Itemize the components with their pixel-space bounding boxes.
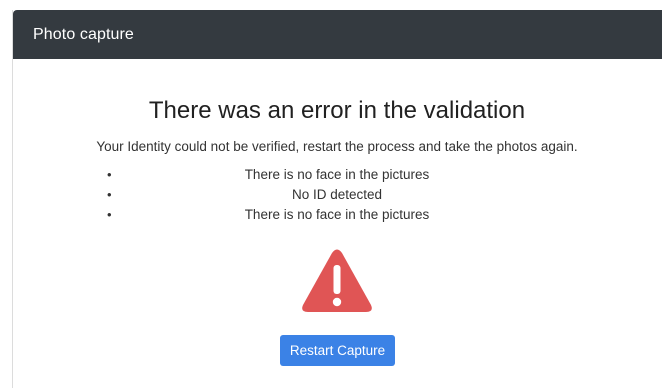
photo-capture-panel: Photo capture There was an error in the … bbox=[12, 10, 662, 388]
warning-triangle-icon bbox=[301, 247, 373, 315]
bullet: • bbox=[107, 207, 112, 222]
bullet: • bbox=[107, 167, 112, 182]
error-reason-item: • No ID detected bbox=[13, 185, 661, 205]
error-title: There was an error in the validation bbox=[148, 97, 526, 124]
error-reason-text: No ID detected bbox=[291, 187, 383, 202]
error-reason-item: • There is no face in the pictures bbox=[13, 165, 661, 185]
error-reason-item: • There is no face in the pictures bbox=[13, 205, 661, 225]
restart-capture-button[interactable]: Restart Capture bbox=[280, 335, 395, 366]
error-reason-text: There is no face in the pictures bbox=[244, 167, 430, 182]
error-reason-list: • There is no face in the pictures • No … bbox=[13, 165, 661, 225]
panel-header: Photo capture bbox=[13, 10, 662, 59]
error-message: Your Identity could not be verified, res… bbox=[96, 139, 578, 154]
page: Photo capture There was an error in the … bbox=[0, 0, 662, 388]
bullet: • bbox=[107, 187, 112, 202]
panel-title: Photo capture bbox=[33, 25, 134, 43]
panel-body: There was an error in the validation You… bbox=[13, 59, 662, 388]
error-reason-text: There is no face in the pictures bbox=[244, 207, 430, 222]
